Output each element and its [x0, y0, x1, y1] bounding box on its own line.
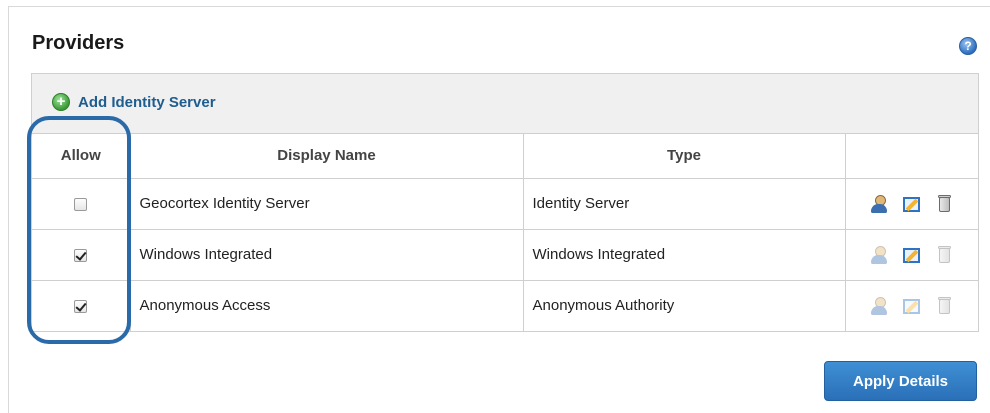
allow-checkbox[interactable]	[74, 299, 88, 313]
table-header-row: Allow Display Name Type	[32, 134, 978, 179]
column-header-type[interactable]: Type	[522, 134, 846, 179]
user-icon[interactable]	[870, 194, 890, 214]
user-icon	[870, 245, 890, 265]
add-identity-server-label: Add Identity Server	[78, 93, 216, 111]
plus-circle-icon: +	[52, 93, 70, 111]
edit-icon[interactable]	[902, 245, 922, 265]
display-name-cell: Anonymous Access	[129, 279, 524, 331]
allow-checkbox[interactable]	[74, 248, 88, 262]
apply-details-button[interactable]: Apply Details	[824, 361, 977, 401]
providers-grid: + Add Identity Server Allow Display Name…	[31, 73, 979, 332]
trash-icon[interactable]	[934, 194, 954, 214]
table-row: Anonymous Access Anonymous Authority	[32, 279, 978, 331]
allow-cell	[32, 279, 131, 331]
actions-cell	[844, 279, 978, 331]
column-header-allow[interactable]: Allow	[32, 134, 131, 179]
edit-icon	[902, 296, 922, 316]
help-icon[interactable]: ?	[959, 37, 977, 55]
type-cell: Identity Server	[522, 177, 846, 230]
display-name-cell: Geocortex Identity Server	[129, 177, 524, 230]
actions-cell	[844, 228, 978, 281]
page-title: Providers	[32, 32, 125, 54]
display-name-cell: Windows Integrated	[129, 228, 524, 281]
allow-cell	[32, 177, 131, 230]
providers-table: Allow Display Name Type Geocortex Identi…	[32, 134, 978, 331]
type-cell: Windows Integrated	[522, 228, 846, 281]
type-cell: Anonymous Authority	[522, 279, 846, 331]
user-icon	[870, 296, 890, 316]
allow-cell	[32, 228, 131, 281]
add-identity-server-button[interactable]: + Add Identity Server	[52, 93, 216, 111]
edit-icon[interactable]	[902, 194, 922, 214]
table-row: Windows Integrated Windows Integrated	[32, 228, 978, 281]
grid-toolbar: + Add Identity Server	[32, 74, 978, 134]
table-row: Geocortex Identity Server Identity Serve…	[32, 177, 978, 230]
column-header-actions	[844, 134, 978, 179]
allow-checkbox[interactable]	[74, 197, 88, 211]
trash-icon	[934, 296, 954, 316]
actions-cell	[844, 177, 978, 230]
column-header-display-name[interactable]: Display Name	[129, 134, 524, 179]
trash-icon	[934, 245, 954, 265]
